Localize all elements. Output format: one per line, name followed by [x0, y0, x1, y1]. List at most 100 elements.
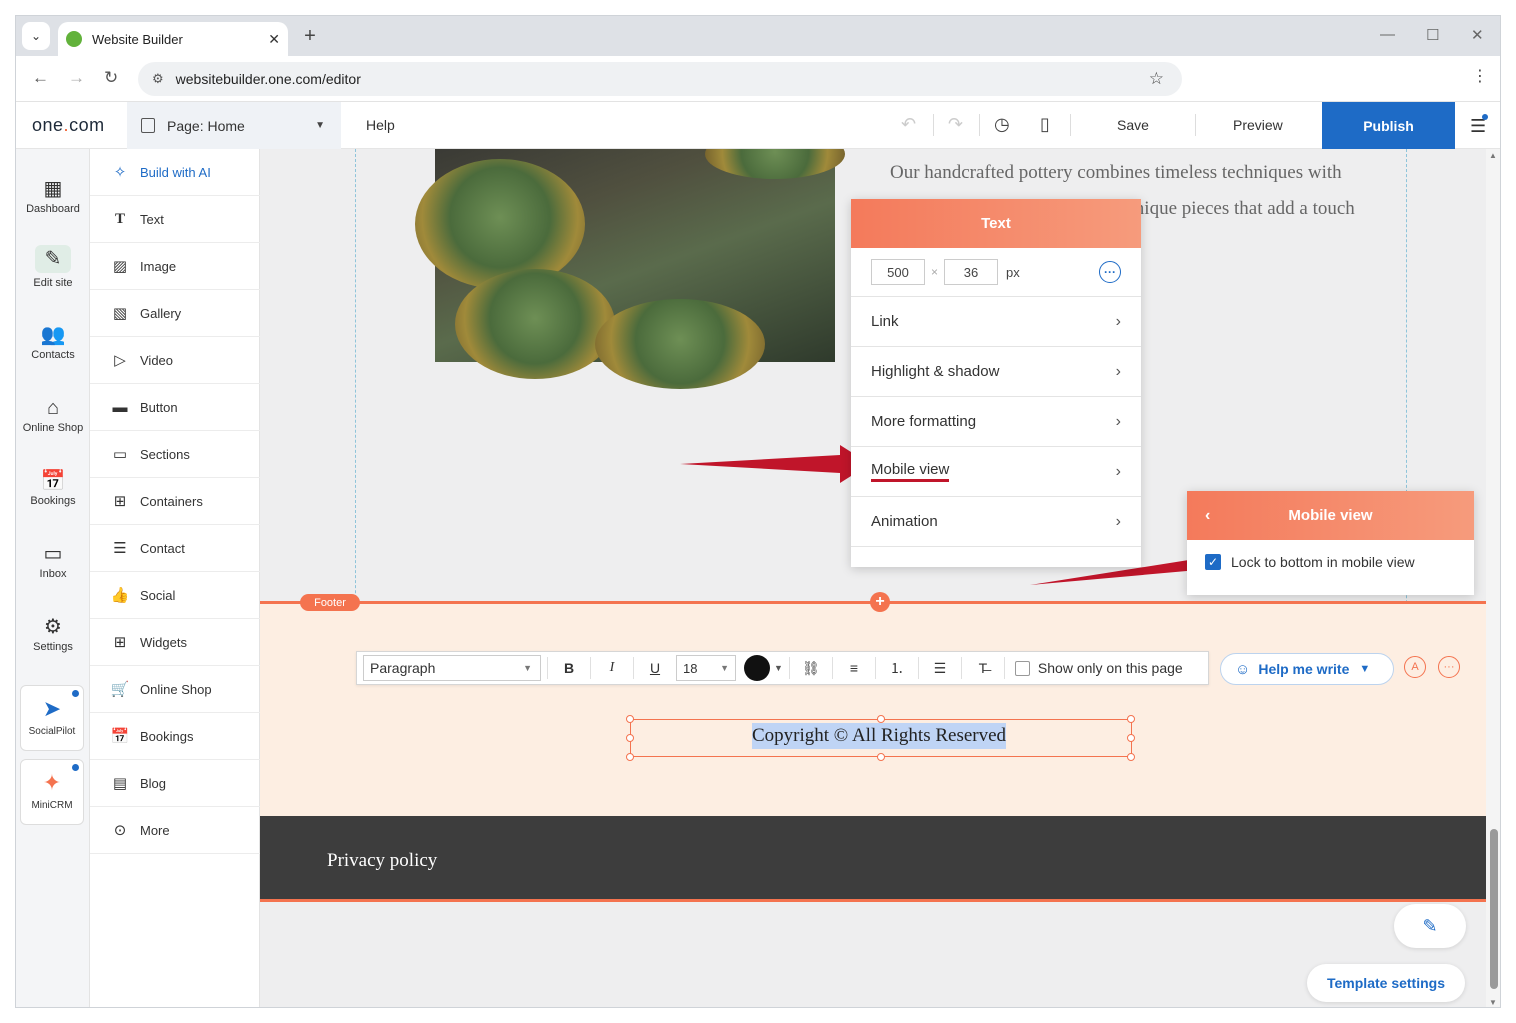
- panel-item-gallery[interactable]: ▧ Gallery: [90, 290, 260, 337]
- checkbox-checked[interactable]: ✓: [1205, 554, 1221, 570]
- align-center-icon[interactable]: ≡: [833, 660, 875, 676]
- panel-item-containers[interactable]: ⊞ Containers: [90, 478, 260, 525]
- back-chevron-icon[interactable]: ‹: [1205, 507, 1210, 525]
- url-field[interactable]: ⚙ websitebuilder.one.com/editor ☆: [138, 62, 1182, 96]
- resize-handle[interactable]: [1127, 753, 1135, 761]
- rail-item-contacts[interactable]: 👥 Contacts: [16, 321, 90, 361]
- numbered-list-icon[interactable]: ⒈: [876, 658, 918, 678]
- footer-section[interactable]: [260, 604, 1486, 816]
- publish-button[interactable]: Publish: [1322, 102, 1455, 149]
- close-tab-icon[interactable]: ✕: [268, 31, 280, 48]
- new-tab-button[interactable]: +: [298, 24, 322, 48]
- font-size-select[interactable]: 18 ▼: [676, 655, 736, 681]
- history-icon[interactable]: ◷: [994, 114, 1010, 135]
- size-row: 500 × 36 px: [851, 248, 1141, 297]
- preview-button[interactable]: Preview: [1233, 117, 1283, 133]
- height-input[interactable]: 36: [944, 259, 999, 285]
- popup-row-highlight-shadow[interactable]: Highlight & shadow ›: [851, 347, 1141, 397]
- rail-item-dashboard[interactable]: ▦ Dashboard: [16, 175, 90, 215]
- panel-item-button[interactable]: ▬ Button: [90, 384, 260, 431]
- bold-icon[interactable]: B: [548, 660, 590, 676]
- app-card-socialpilot[interactable]: ➤ SocialPilot: [20, 685, 84, 751]
- panel-item-more[interactable]: ⊙ More: [90, 807, 260, 854]
- resize-handle[interactable]: [626, 753, 634, 761]
- bookmark-star-icon[interactable]: ☆: [1149, 69, 1164, 89]
- lock-bottom-option[interactable]: ✓ Lock to bottom in mobile view: [1187, 540, 1474, 570]
- browser-menu-icon[interactable]: ⋮: [1472, 66, 1488, 86]
- bullet-list-icon[interactable]: ☰: [919, 660, 961, 677]
- italic-icon[interactable]: I: [591, 660, 633, 676]
- menu-icon[interactable]: ☰: [1470, 114, 1488, 137]
- resize-handle[interactable]: [1127, 734, 1135, 742]
- template-settings-button[interactable]: Template settings: [1307, 964, 1465, 1002]
- help-me-write-button[interactable]: ☺ Help me write ▼: [1220, 653, 1394, 685]
- footer-badge: Footer: [300, 594, 360, 611]
- panel-item-image[interactable]: ▨ Image: [90, 243, 260, 290]
- panel-item-blog[interactable]: ▤ Blog: [90, 760, 260, 807]
- add-section-button[interactable]: +: [870, 592, 890, 612]
- spellcheck-icon[interactable]: A: [1404, 656, 1426, 678]
- editor-canvas[interactable]: Our handcrafted pottery combines timeles…: [260, 149, 1486, 1007]
- vertical-scrollbar[interactable]: ▲ ▼: [1486, 149, 1500, 1007]
- reload-icon[interactable]: ↻: [104, 68, 118, 88]
- redo-icon[interactable]: ↷: [948, 114, 963, 135]
- scroll-up-icon[interactable]: ▲: [1489, 151, 1497, 160]
- panel-item-video[interactable]: ▷ Video: [90, 337, 260, 384]
- paragraph-style-select[interactable]: Paragraph ▼: [363, 655, 541, 681]
- scroll-thumb[interactable]: [1490, 829, 1498, 989]
- pottery-image[interactable]: [415, 149, 845, 389]
- site-info-icon[interactable]: ⚙: [152, 71, 164, 87]
- text-format-toolbar: Paragraph ▼ B I U 18 ▼ ▼ ⛓ ≡ ⒈ ☰ T̶ Show o…: [356, 651, 1209, 685]
- help-menu[interactable]: Help: [366, 117, 395, 133]
- rail-item-online-shop[interactable]: ⌂ Online Shop: [16, 394, 90, 434]
- resize-handle[interactable]: [877, 753, 885, 761]
- resize-handle[interactable]: [1127, 715, 1135, 723]
- page-selector[interactable]: Page: Home ▼: [127, 102, 341, 149]
- resize-handle[interactable]: [626, 734, 634, 742]
- popup-row-more-formatting[interactable]: More formatting ›: [851, 397, 1141, 447]
- panel-item-bookings[interactable]: 📅 Bookings: [90, 713, 260, 760]
- panel-label: Build with AI: [140, 164, 211, 180]
- close-window-icon[interactable]: ✕: [1471, 26, 1484, 44]
- tab-search-button[interactable]: ⌄: [22, 22, 50, 50]
- width-input[interactable]: 500: [871, 259, 925, 285]
- show-only-checkbox[interactable]: [1014, 660, 1030, 676]
- scroll-down-icon[interactable]: ▼: [1489, 998, 1497, 1007]
- rail-item-settings[interactable]: ⚙ Settings: [16, 613, 90, 653]
- clear-format-icon[interactable]: T̶: [962, 660, 1004, 676]
- rail-item-bookings[interactable]: 📅 Bookings: [16, 467, 90, 507]
- minimize-icon[interactable]: —: [1380, 26, 1395, 43]
- rail-item-inbox[interactable]: ▭ Inbox: [16, 540, 90, 580]
- inbox-icon: ▭: [43, 543, 63, 565]
- mobile-preview-icon[interactable]: ▯: [1040, 114, 1050, 135]
- more-options-icon[interactable]: ···: [1099, 261, 1121, 283]
- panel-item-widgets[interactable]: ⊞ Widgets: [90, 619, 260, 666]
- copyright-text[interactable]: Copyright © All Rights Reserved: [752, 723, 1007, 749]
- panel-item-build-with-ai[interactable]: ✧ Build with AI: [90, 149, 260, 196]
- popup-row-mobile-view[interactable]: Mobile view ›: [851, 447, 1141, 497]
- text-color-swatch[interactable]: [744, 655, 770, 681]
- panel-item-social[interactable]: 👍 Social: [90, 572, 260, 619]
- save-button[interactable]: Save: [1117, 117, 1149, 133]
- rail-item-edit-site[interactable]: ✎ Edit site: [16, 245, 90, 289]
- underline-icon[interactable]: U: [634, 660, 676, 676]
- app-card-minicrm[interactable]: ✦ MiniCRM: [20, 759, 84, 825]
- more-options-icon[interactable]: ···: [1438, 656, 1460, 678]
- panel-item-sections[interactable]: ▭ Sections: [90, 431, 260, 478]
- privacy-policy-link[interactable]: Privacy policy: [327, 850, 437, 872]
- panel-item-contact[interactable]: ☰ Contact: [90, 525, 260, 572]
- undo-icon[interactable]: ↶: [901, 114, 916, 135]
- popup-row-animation[interactable]: Animation ›: [851, 497, 1141, 547]
- browser-tab[interactable]: Website Builder ✕: [58, 22, 288, 56]
- link-icon[interactable]: ⛓: [790, 660, 832, 677]
- resize-handle[interactable]: [626, 715, 634, 723]
- back-icon[interactable]: ←: [32, 68, 49, 88]
- design-tools-button[interactable]: ✎: [1394, 904, 1466, 948]
- maximize-icon[interactable]: ☐: [1426, 26, 1439, 44]
- popup-row-link[interactable]: Link ›: [851, 297, 1141, 347]
- forward-icon[interactable]: →: [68, 68, 85, 88]
- caret-down-icon[interactable]: ▼: [774, 663, 783, 673]
- resize-handle[interactable]: [877, 715, 885, 723]
- panel-item-online-shop[interactable]: 🛒 Online Shop: [90, 666, 260, 713]
- panel-item-text[interactable]: T Text: [90, 196, 260, 243]
